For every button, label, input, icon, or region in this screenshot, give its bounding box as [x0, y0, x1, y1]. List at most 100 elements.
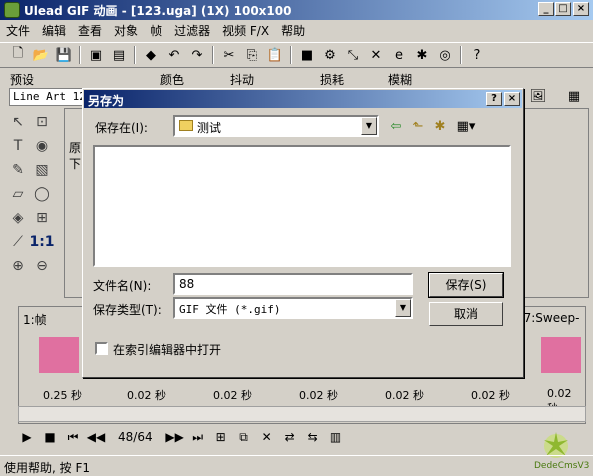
- help-button[interactable]: ?: [486, 92, 502, 106]
- play-icon[interactable]: ▶: [18, 428, 36, 446]
- pick-tool-icon[interactable]: ◉: [32, 136, 52, 156]
- undo-icon[interactable]: ↶: [164, 46, 184, 64]
- save-in-dropdown[interactable]: 测试 ▼: [173, 115, 379, 137]
- open-in-index-editor-label: 在索引编辑器中打开: [113, 343, 222, 357]
- title-bar: Ulead GIF 动画 - [123.uga] (1X) 100x100 _ …: [0, 0, 593, 20]
- menu-video-fx[interactable]: 视频 F/X: [216, 22, 275, 39]
- delete-frame-icon[interactable]: ✕: [258, 428, 276, 446]
- frame-icon[interactable]: ■: [297, 46, 317, 64]
- close-button[interactable]: ×: [573, 2, 589, 16]
- maximize-button[interactable]: □: [555, 2, 571, 16]
- menu-help[interactable]: 帮助: [275, 22, 311, 39]
- frame-time[interactable]: 0.02 秒: [471, 387, 510, 403]
- lasso-tool-icon[interactable]: ◯: [32, 184, 52, 204]
- brush-tool-icon[interactable]: ✎: [8, 160, 28, 180]
- last-frame-icon[interactable]: ⏭: [189, 428, 207, 446]
- open-icon[interactable]: 📂: [31, 46, 51, 64]
- frame-time[interactable]: 0.02 秒: [299, 387, 338, 403]
- menu-view[interactable]: 查看: [72, 22, 108, 39]
- open-in-index-editor-checkbox[interactable]: [95, 342, 108, 355]
- file-list[interactable]: [93, 145, 511, 267]
- folder-icon: [179, 120, 193, 131]
- toolbar-separator: [460, 46, 462, 64]
- next-frame-icon[interactable]: ▶▶: [165, 428, 183, 446]
- back-icon[interactable]: ⇦: [387, 117, 405, 135]
- window-title: Ulead GIF 动画 - [123.uga] (1X) 100x100: [24, 3, 292, 18]
- color-label: 颜色: [160, 73, 185, 87]
- palette-icon[interactable]: ▦: [564, 87, 584, 105]
- menu-object[interactable]: 对象: [108, 22, 144, 39]
- first-frame-icon[interactable]: ⏮: [64, 428, 82, 446]
- stop-icon[interactable]: ■: [41, 428, 59, 446]
- export-icon[interactable]: ▤: [109, 46, 129, 64]
- up-folder-icon[interactable]: ⬑: [409, 117, 427, 135]
- zoom-out-icon[interactable]: ⊖: [32, 256, 52, 276]
- eraser-tool-icon[interactable]: ▱: [8, 184, 28, 204]
- chevron-down-icon[interactable]: ▼: [395, 299, 411, 317]
- preferences-icon[interactable]: ✱: [412, 46, 432, 64]
- transform-tool-icon[interactable]: ⊞: [32, 208, 52, 228]
- cancel-button[interactable]: 取消: [429, 302, 503, 326]
- filetype-dropdown[interactable]: GIF 文件 (*.gif) ▼: [173, 297, 413, 319]
- actual-size-icon[interactable]: 1:1: [29, 232, 54, 252]
- frame-counter: 48/64: [118, 430, 153, 444]
- save-button[interactable]: 保存(S): [428, 272, 504, 298]
- frame-time[interactable]: 0.02 秒: [385, 387, 424, 403]
- add-frame-icon[interactable]: ⊞: [212, 428, 230, 446]
- tween-icon[interactable]: ⇄: [281, 428, 299, 446]
- frame-time[interactable]: 0.02 秒: [127, 387, 166, 403]
- filetype-value: GIF 文件 (*.gif): [179, 303, 281, 316]
- crop-tool-icon[interactable]: ⊡: [32, 112, 52, 132]
- cut-icon[interactable]: ✂: [219, 46, 239, 64]
- eyedropper-tool-icon[interactable]: ⟋: [8, 232, 28, 252]
- blur-label: 模糊: [388, 73, 413, 87]
- frame-thumbnail[interactable]: [39, 337, 79, 373]
- reverse-icon[interactable]: ⇆: [304, 428, 322, 446]
- help-icon[interactable]: ?: [467, 46, 487, 64]
- paste-icon[interactable]: 📋: [265, 46, 285, 64]
- web-icon[interactable]: ◎: [435, 46, 455, 64]
- dialog-title: 另存为: [88, 94, 125, 108]
- properties-icon[interactable]: ▥: [327, 428, 345, 446]
- dialog-title-bar: 另存为 ? ×: [84, 90, 522, 108]
- effect-icon[interactable]: ◆: [141, 46, 161, 64]
- preview-icon[interactable]: 🖼: [528, 87, 548, 105]
- frame-thumbnail[interactable]: [541, 337, 581, 373]
- duplicate-frame-icon[interactable]: ⧉: [235, 428, 253, 446]
- copy-icon[interactable]: ⎘: [242, 46, 262, 64]
- frame-scrollbar[interactable]: [18, 406, 586, 422]
- playback-bar: ▶ ■ ⏮ ◀◀ 48/64 ▶▶ ⏭ ⊞ ⧉ ✕ ⇄ ⇆ ▥: [18, 426, 418, 448]
- view-menu-icon[interactable]: ▦▾: [457, 117, 476, 135]
- filetype-label: 保存类型(T):: [93, 303, 162, 317]
- menu-file[interactable]: 文件: [0, 22, 36, 39]
- select-tool-icon[interactable]: ↖: [8, 112, 28, 132]
- toolbar-separator: [290, 46, 292, 64]
- crop-icon[interactable]: ✕: [366, 46, 386, 64]
- chevron-down-icon[interactable]: ▼: [361, 117, 377, 135]
- save-in-label: 保存在(I):: [95, 121, 148, 135]
- text-tool-icon[interactable]: T: [8, 136, 28, 156]
- zoom-in-icon[interactable]: ⊕: [8, 256, 28, 276]
- bucket-tool-icon[interactable]: ◈: [8, 208, 28, 228]
- frame-time[interactable]: 0.25 秒: [43, 387, 82, 403]
- fill-tool-icon[interactable]: ▧: [32, 160, 52, 180]
- menu-frame[interactable]: 帧: [144, 22, 168, 39]
- minimize-button[interactable]: _: [538, 2, 554, 16]
- preset-select[interactable]: Line Art 128: [9, 88, 89, 106]
- dialog-close-button[interactable]: ×: [504, 92, 520, 106]
- frame-time[interactable]: 0.02 秒: [213, 387, 252, 403]
- new-folder-icon[interactable]: ✱: [431, 117, 449, 135]
- resize-icon[interactable]: ⤡: [343, 46, 363, 64]
- menu-filter[interactable]: 过滤器: [168, 22, 216, 39]
- browser-icon[interactable]: e: [389, 46, 409, 64]
- menu-edit[interactable]: 编辑: [36, 22, 72, 39]
- filename-input[interactable]: 88: [173, 273, 413, 295]
- preset-label: 预设: [10, 73, 35, 87]
- previous-frame-icon[interactable]: ◀◀: [87, 428, 105, 446]
- optimize-icon[interactable]: ⚙: [320, 46, 340, 64]
- app-window: Ulead GIF 动画 - [123.uga] (1X) 100x100 _ …: [0, 0, 593, 476]
- import-icon[interactable]: ▣: [86, 46, 106, 64]
- redo-icon[interactable]: ↷: [187, 46, 207, 64]
- new-icon[interactable]: 🗋: [8, 46, 28, 64]
- save-icon[interactable]: 💾: [54, 46, 74, 64]
